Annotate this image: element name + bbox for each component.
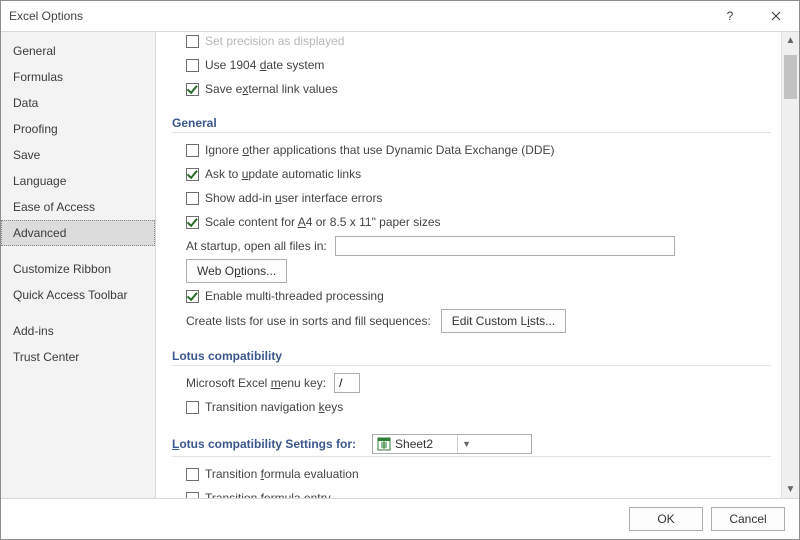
help-button[interactable]: ? bbox=[707, 1, 753, 31]
sidebar-item-save[interactable]: Save bbox=[1, 142, 155, 168]
label-scale-a4: Scale content for A4 or 8.5 x 11" paper … bbox=[205, 215, 441, 229]
sidebar-item-proofing[interactable]: Proofing bbox=[1, 116, 155, 142]
menu-key-input[interactable] bbox=[334, 373, 360, 393]
sidebar-item-trust-center[interactable]: Trust Center bbox=[1, 344, 155, 370]
sidebar-item-advanced[interactable]: Advanced bbox=[1, 220, 155, 246]
help-icon: ? bbox=[727, 9, 734, 23]
checkbox-show-addin-errors[interactable] bbox=[186, 192, 199, 205]
checkbox-save-external-links[interactable] bbox=[186, 83, 199, 96]
cancel-button[interactable]: Cancel bbox=[711, 507, 785, 531]
label-use-1904: Use 1904 date system bbox=[205, 58, 324, 72]
section-lotus: Lotus compatibility bbox=[172, 343, 771, 366]
sidebar-item-ease-of-access[interactable]: Ease of Access bbox=[1, 194, 155, 220]
scroll-up-icon: ▲ bbox=[782, 32, 799, 49]
label-formula-entry: Transition formula entry bbox=[205, 491, 331, 498]
dialog-footer: OK Cancel bbox=[1, 498, 799, 539]
sidebar-item-quick-access-toolbar[interactable]: Quick Access Toolbar bbox=[1, 282, 155, 308]
chevron-down-icon: ▼ bbox=[457, 435, 475, 453]
checkbox-formula-eval[interactable] bbox=[186, 468, 199, 481]
ok-button[interactable]: OK bbox=[629, 507, 703, 531]
web-options-button[interactable]: Web Options... bbox=[186, 259, 287, 283]
sidebar-item-data[interactable]: Data bbox=[1, 90, 155, 116]
sidebar-item-language[interactable]: Language bbox=[1, 168, 155, 194]
sidebar-item-formulas[interactable]: Formulas bbox=[1, 64, 155, 90]
scroll-down-icon: ▼ bbox=[782, 481, 799, 498]
label-ignore-dde: Ignore other applications that use Dynam… bbox=[205, 143, 555, 157]
startup-files-input[interactable] bbox=[335, 236, 675, 256]
titlebar: Excel Options ? bbox=[1, 1, 799, 32]
sheet-selector[interactable]: Sheet2 ▼ bbox=[372, 434, 532, 454]
sheet-icon bbox=[376, 436, 392, 452]
edit-custom-lists-button[interactable]: Edit Custom Lists... bbox=[441, 309, 566, 333]
label-set-precision: Set precision as displayed bbox=[205, 34, 344, 48]
label-menu-key: Microsoft Excel menu key: bbox=[186, 376, 326, 390]
close-icon bbox=[771, 11, 781, 21]
sidebar-item-add-ins[interactable]: Add-ins bbox=[1, 318, 155, 344]
close-button[interactable] bbox=[753, 1, 799, 31]
checkbox-set-precision[interactable] bbox=[186, 35, 199, 48]
dialog-title: Excel Options bbox=[1, 9, 83, 23]
checkbox-formula-entry[interactable] bbox=[186, 492, 199, 499]
sidebar: General Formulas Data Proofing Save Lang… bbox=[1, 32, 156, 498]
label-save-external-links: Save external link values bbox=[205, 82, 338, 96]
checkbox-ask-update-links[interactable] bbox=[186, 168, 199, 181]
scroll-thumb[interactable] bbox=[784, 55, 797, 99]
checkbox-nav-keys[interactable] bbox=[186, 401, 199, 414]
label-nav-keys: Transition navigation keys bbox=[205, 400, 343, 414]
sidebar-item-customize-ribbon[interactable]: Customize Ribbon bbox=[1, 256, 155, 282]
sidebar-item-general[interactable]: General bbox=[1, 38, 155, 64]
checkbox-use-1904[interactable] bbox=[186, 59, 199, 72]
checkbox-ignore-dde[interactable] bbox=[186, 144, 199, 157]
label-lotus-settings-for: Lotus compatibility Settings for: bbox=[172, 437, 356, 451]
section-lotus-settings-for: Lotus compatibility Settings for: Sheet2… bbox=[172, 428, 771, 457]
label-multi-threaded: Enable multi-threaded processing bbox=[205, 289, 384, 303]
content-panel: Set precision as displayed Use 1904 date… bbox=[156, 32, 781, 498]
sheet-selector-value: Sheet2 bbox=[395, 437, 457, 451]
checkbox-multi-threaded[interactable] bbox=[186, 290, 199, 303]
section-general: General bbox=[172, 110, 771, 133]
label-show-addin-errors: Show add-in user interface errors bbox=[205, 191, 382, 205]
excel-options-dialog: Excel Options ? General Formulas Data Pr… bbox=[0, 0, 800, 540]
label-ask-update-links: Ask to update automatic links bbox=[205, 167, 361, 181]
vertical-scrollbar[interactable]: ▲ ▼ bbox=[781, 32, 799, 498]
label-create-lists: Create lists for use in sorts and fill s… bbox=[186, 314, 431, 328]
label-startup-files: At startup, open all files in: bbox=[186, 239, 327, 253]
label-formula-eval: Transition formula evaluation bbox=[205, 467, 359, 481]
checkbox-scale-a4[interactable] bbox=[186, 216, 199, 229]
